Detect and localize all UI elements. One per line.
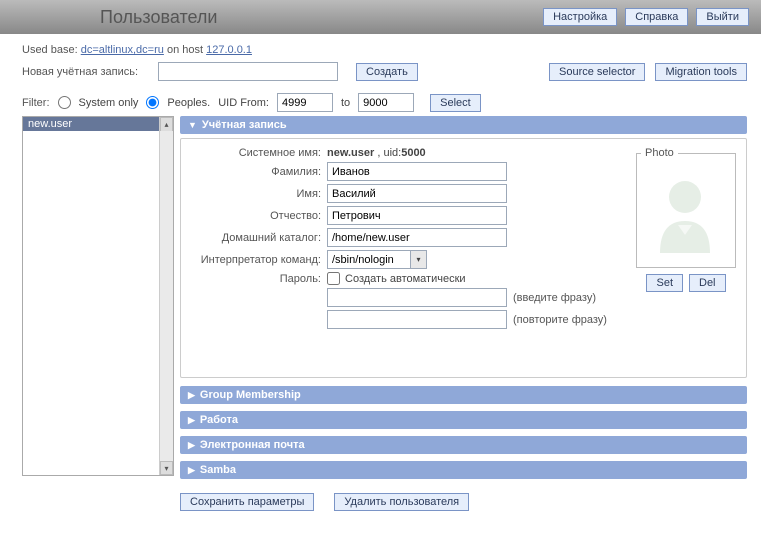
header-buttons: Настройка Справка Выйти	[543, 8, 749, 26]
exit-button[interactable]: Выйти	[696, 8, 749, 26]
select-button[interactable]: Select	[430, 94, 481, 112]
source-selector-button[interactable]: Source selector	[549, 63, 645, 81]
scroll-up-icon[interactable]: ▴	[160, 117, 173, 131]
password-hint-repeat: (повторите фразу)	[513, 314, 607, 326]
photo-del-button[interactable]: Del	[689, 274, 726, 292]
uid-to-label: to	[341, 97, 350, 109]
work-section-header[interactable]: ▶ Работа	[180, 411, 747, 429]
dropdown-icon[interactable]: ▾	[411, 250, 427, 269]
on-host-label: on host	[167, 44, 203, 56]
migration-tools-button[interactable]: Migration tools	[655, 63, 747, 81]
auto-create-label: Создать автоматически	[345, 273, 466, 285]
list-item[interactable]: new.user	[23, 117, 173, 131]
peoples-label: Peoples.	[167, 97, 210, 109]
uid-from-label: UID From:	[218, 97, 269, 109]
name-label: Имя:	[185, 188, 327, 200]
photo-placeholder	[641, 163, 729, 263]
system-only-radio[interactable]	[58, 96, 71, 109]
used-base-label: Used base:	[22, 44, 78, 56]
save-button[interactable]: Сохранить параметры	[180, 493, 314, 511]
photo-label: Photo	[641, 147, 678, 159]
name-input[interactable]	[327, 184, 507, 203]
host-link[interactable]: 127.0.0.1	[206, 44, 252, 56]
sysname-label: Системное имя:	[185, 147, 327, 159]
account-section-header[interactable]: ▼ Учётная запись	[180, 116, 747, 134]
account-section-title: Учётная запись	[202, 119, 287, 131]
surname-input[interactable]	[327, 162, 507, 181]
surname-label: Фамилия:	[185, 166, 327, 178]
chevron-down-icon: ▼	[188, 120, 197, 130]
account-body: Системное имя: new.user , uid:5000 Фамил…	[180, 138, 747, 378]
auto-create-checkbox[interactable]	[327, 272, 340, 285]
password-repeat-input[interactable]	[327, 310, 507, 329]
help-button[interactable]: Справка	[625, 8, 688, 26]
uid-from-input[interactable]	[277, 93, 333, 112]
password-hint-enter: (введите фразу)	[513, 292, 596, 304]
photo-set-button[interactable]: Set	[646, 274, 683, 292]
password-label: Пароль:	[185, 273, 327, 285]
samba-section-header[interactable]: ▶ Samba	[180, 461, 747, 479]
group-section-header[interactable]: ▶ Group Membership	[180, 386, 747, 404]
work-section-title: Работа	[200, 414, 238, 426]
home-input[interactable]	[327, 228, 507, 247]
chevron-right-icon: ▶	[188, 390, 195, 401]
patronymic-input[interactable]	[327, 206, 507, 225]
settings-button[interactable]: Настройка	[543, 8, 617, 26]
email-section-title: Электронная почта	[200, 439, 305, 451]
scroll-down-icon[interactable]: ▾	[160, 461, 173, 475]
new-account-label: Новая учётная запись:	[22, 66, 152, 78]
filter-row: Filter: System only Peoples. UID From: t…	[22, 93, 747, 112]
chevron-right-icon: ▶	[188, 465, 195, 476]
uid-to-input[interactable]	[358, 93, 414, 112]
used-base-link[interactable]: dc=altlinux,dc=ru	[81, 44, 164, 56]
chevron-right-icon: ▶	[188, 415, 195, 426]
create-button[interactable]: Создать	[356, 63, 418, 81]
system-only-label: System only	[79, 97, 139, 109]
user-list[interactable]: new.user ▴ ▾	[22, 116, 174, 476]
shell-label: Интерпретатор команд:	[185, 254, 327, 266]
group-section-title: Group Membership	[200, 389, 301, 401]
avatar-icon	[650, 173, 720, 253]
home-label: Домашний каталог:	[185, 232, 327, 244]
photo-fieldset: Photo	[636, 147, 736, 268]
peoples-radio[interactable]	[146, 96, 159, 109]
shell-select[interactable]	[327, 250, 411, 269]
page-title: Пользователи	[100, 7, 543, 28]
email-section-header[interactable]: ▶ Электронная почта	[180, 436, 747, 454]
new-account-row: Новая учётная запись: Создать Source sel…	[22, 62, 747, 81]
header-bar: Пользователи Настройка Справка Выйти	[0, 0, 761, 34]
password-input[interactable]	[327, 288, 507, 307]
samba-section-title: Samba	[200, 464, 236, 476]
patronymic-label: Отчество:	[185, 210, 327, 222]
chevron-right-icon: ▶	[188, 440, 195, 451]
new-account-input[interactable]	[158, 62, 338, 81]
used-base-info: Used base: dc=altlinux,dc=ru on host 127…	[22, 44, 747, 56]
filter-label: Filter:	[22, 97, 50, 109]
scrollbar[interactable]: ▴ ▾	[159, 117, 173, 475]
sysname-value: new.user , uid:5000	[327, 147, 426, 159]
delete-user-button[interactable]: Удалить пользователя	[334, 493, 469, 511]
